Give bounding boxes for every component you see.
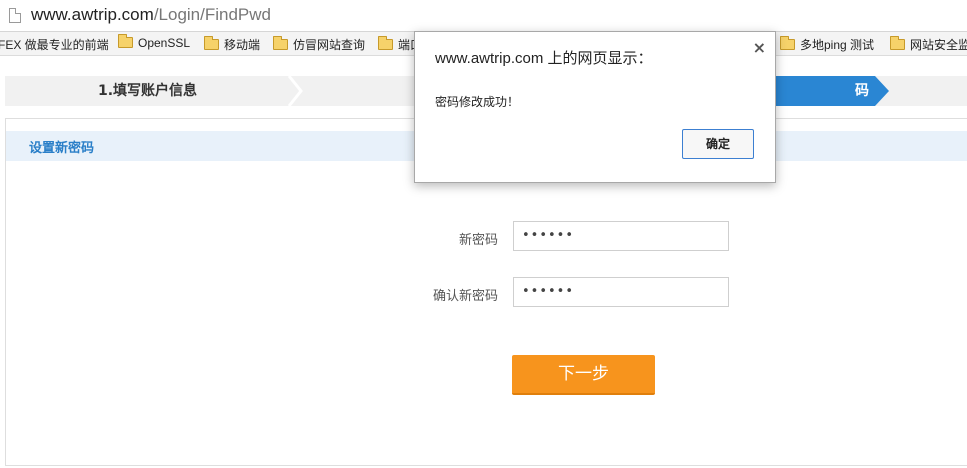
close-icon[interactable]: × (753, 38, 766, 57)
bookmark-label: 网站安全监 (910, 38, 967, 52)
bookmark-label: FEX 做最专业的前端 (0, 38, 109, 52)
step-1: 1.填写账户信息 (97, 83, 198, 99)
bookmark-item[interactable]: OpenSSL (118, 34, 191, 50)
alert-dialog: www.awtrip.com 上的网页显示： × 密码修改成功！ 确定 (414, 31, 776, 183)
bookmark-label: 移动端 (224, 38, 261, 52)
confirm-password-label: 确认新密码 (432, 289, 498, 304)
dialog-title: www.awtrip.com 上的网页显示： (435, 50, 653, 67)
folder-icon (378, 36, 393, 50)
bookmark-item[interactable]: 移动端 (204, 36, 260, 53)
bookmark-item[interactable]: 多地ping 测试 (780, 36, 874, 53)
bookmark-label: 仿冒网站查询 (293, 38, 366, 52)
step-3-label: 码 (855, 83, 869, 99)
dialog-message: 密码修改成功！ (435, 95, 520, 109)
bookmark-label: 多地ping 测试 (800, 38, 875, 52)
confirm-password-input[interactable]: •••••• (513, 277, 729, 307)
folder-icon (890, 36, 905, 50)
step-separator (287, 76, 303, 106)
bookmark-item[interactable]: 仿冒网站查询 (273, 36, 365, 53)
ok-button[interactable]: 确定 (682, 129, 754, 159)
page-icon (9, 8, 21, 23)
next-step-button[interactable]: 下一步 (512, 355, 655, 395)
step-3-arrow (875, 76, 889, 106)
url-text[interactable]: www.awtrip.com/Login/FindPwd (31, 5, 271, 25)
bookmark-label: OpenSSL (138, 36, 191, 50)
url-host: www.awtrip.com (31, 5, 154, 24)
address-bar[interactable]: www.awtrip.com/Login/FindPwd (0, 0, 967, 32)
folder-icon (780, 36, 795, 50)
url-path: /Login/FindPwd (153, 5, 271, 24)
folder-icon (118, 34, 133, 48)
bookmark-item[interactable]: 网站安全监 (890, 36, 967, 53)
bookmark-item[interactable]: FEX 做最专业的前端 (0, 36, 109, 53)
new-password-label: 新密码 (458, 233, 498, 248)
folder-icon (273, 36, 288, 50)
new-password-input[interactable]: •••••• (513, 221, 729, 251)
panel-title: 设置新密码 (29, 141, 95, 156)
folder-icon (204, 36, 219, 50)
